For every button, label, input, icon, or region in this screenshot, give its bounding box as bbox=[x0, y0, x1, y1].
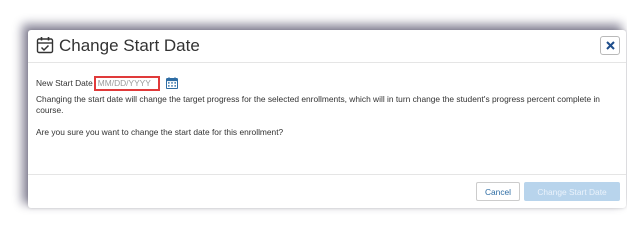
start-date-label: New Start Date bbox=[36, 77, 93, 88]
start-date-input[interactable] bbox=[93, 75, 160, 91]
change-warning-text: Changing the start date will change the … bbox=[36, 94, 600, 115]
start-date-row: New Start Date bbox=[36, 74, 618, 92]
close-button[interactable] bbox=[600, 36, 620, 55]
screen: Change Start Date New Start Date MM/DD/Y… bbox=[0, 0, 627, 208]
confirm-question-text: Are you sure you want to change the star… bbox=[36, 127, 284, 137]
close-icon bbox=[605, 41, 615, 50]
change-start-date-button[interactable]: Change Start Date bbox=[524, 182, 620, 201]
dialog-title: Change Start Date bbox=[59, 36, 200, 55]
dialog-header: Change Start Date bbox=[28, 30, 626, 63]
change-start-date-dialog: Change Start Date New Start Date MM/DD/Y… bbox=[28, 30, 626, 208]
cancel-button[interactable]: Cancel bbox=[476, 182, 520, 201]
calendar-icon[interactable] bbox=[165, 77, 178, 89]
dialog-body: New Start Date Changing the start date w… bbox=[36, 74, 618, 138]
footer-divider bbox=[28, 174, 626, 175]
calendar-check-icon bbox=[36, 37, 54, 54]
